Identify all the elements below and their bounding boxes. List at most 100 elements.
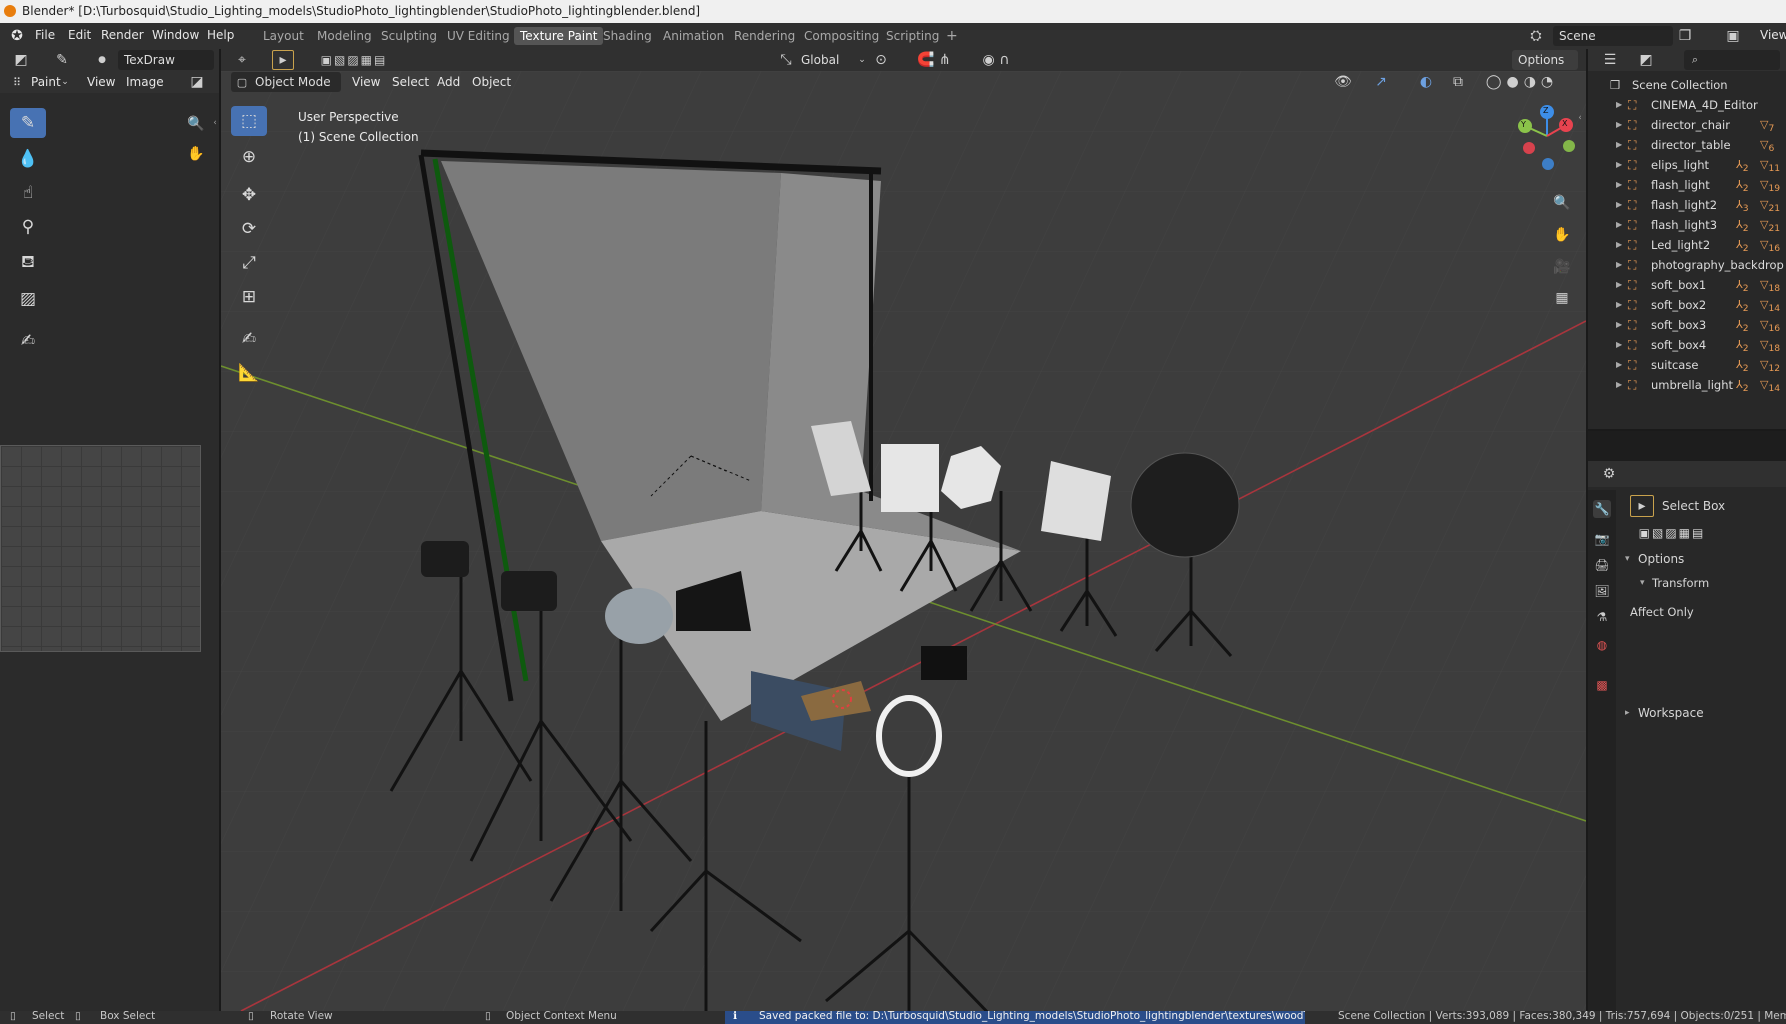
outliner-item[interactable]: ▶ ⛶ umbrella_light ⅄2 ▽14	[1588, 375, 1786, 395]
pivot-point-icon[interactable]: ⊙	[866, 51, 896, 69]
outliner-editor-type-icon[interactable]: ☰	[1598, 51, 1622, 69]
expand-arrow-icon[interactable]: ▶	[1616, 335, 1622, 355]
properties-editor-type-icon[interactable]: ⚙	[1596, 465, 1622, 483]
proportional-edit-icons[interactable]: ◉ ∩	[973, 51, 1019, 69]
gizmo-toggle-icon[interactable]: ↗	[1366, 73, 1396, 91]
zoom-icon[interactable]: 🔍	[186, 114, 206, 134]
camera-view-icon[interactable]: 🎥	[1552, 257, 1572, 277]
add-workspace-button[interactable]: +	[940, 27, 964, 45]
snap-icons[interactable]: 🧲⋔	[901, 51, 971, 69]
outliner-item[interactable]: ▶ ⛶ soft_box2 ⅄2 ▽14	[1588, 295, 1786, 315]
select-mode-icons[interactable]: ▣▧▨▦▤	[1626, 523, 1718, 543]
image-editor-menu-image[interactable]: Image	[126, 75, 164, 89]
select-tool-icon[interactable]: ▸	[272, 50, 294, 70]
outliner-item[interactable]: ▶ ⛶ soft_box3 ⅄2 ▽16	[1588, 315, 1786, 335]
expand-arrow-icon[interactable]: ▶	[1616, 255, 1622, 275]
outliner-item[interactable]: ▶ ⛶ suitcase ⅄2 ▽12	[1588, 355, 1786, 375]
texture-image-canvas[interactable]	[0, 445, 201, 652]
brush-selector[interactable]: TexDraw	[118, 50, 214, 70]
move-tool-icon[interactable]: ✥	[231, 180, 267, 210]
image-editor-menu-view[interactable]: View	[87, 75, 115, 89]
zoom-view-icon[interactable]: 🔍	[1552, 193, 1572, 213]
sidebar-toggle-icon[interactable]: ‹	[1576, 111, 1584, 125]
expand-arrow-icon[interactable]: ▶	[1616, 275, 1622, 295]
expand-arrow-icon[interactable]: ▶	[1616, 295, 1622, 315]
viewport-menu-select[interactable]: Select	[392, 75, 429, 89]
editor-type-icon[interactable]: ⌖	[231, 51, 253, 69]
menu-render[interactable]: Render	[101, 28, 144, 42]
outliner-item[interactable]: ▶ ⛶ Led_light2 ⅄2 ▽16	[1588, 235, 1786, 255]
view-layer-icon[interactable]: ▣	[1722, 27, 1744, 45]
navigation-gizmo[interactable]: Z Y X	[1511, 103, 1581, 173]
outliner-item[interactable]: ▶ ⛶ director_chair ▽7	[1588, 115, 1786, 135]
tab-texture-paint[interactable]: Texture Paint	[514, 27, 604, 45]
tab-sculpting[interactable]: Sculpting	[375, 27, 443, 45]
tab-shading[interactable]: Shading	[597, 27, 658, 45]
pan-view-icon[interactable]: ✋	[1552, 225, 1572, 245]
tab-rendering[interactable]: Rendering	[728, 27, 801, 45]
annotate-tool-icon[interactable]: ✍	[10, 326, 46, 356]
cursor-tool-icon[interactable]: ⊕	[231, 142, 267, 172]
texture-tab-icon[interactable]: ▩	[1593, 676, 1611, 694]
soften-tool-icon[interactable]: 💧	[10, 144, 46, 174]
expand-arrow-icon[interactable]: ▶	[1616, 115, 1622, 135]
outliner-root[interactable]: ❒ Scene Collection	[1588, 75, 1786, 95]
smear-tool-icon[interactable]: ☝	[10, 178, 46, 208]
clone-tool-icon[interactable]: ⚲	[10, 212, 46, 242]
outliner-item[interactable]: ▶ ⛶ CINEMA_4D_Editor	[1588, 95, 1786, 115]
options-dropdown[interactable]: Options	[1512, 50, 1578, 70]
draw-brush-tool[interactable]: ✎	[10, 108, 46, 138]
visibility-icon[interactable]: 👁	[1329, 73, 1357, 91]
scene-icon[interactable]: ⛭	[1525, 27, 1547, 45]
outliner-item[interactable]: ▶ ⛶ photography_backdrop	[1588, 255, 1786, 275]
menu-help[interactable]: Help	[207, 28, 234, 42]
measure-tool-icon[interactable]: 📐	[231, 358, 267, 388]
view-layer-tab-icon[interactable]: 🖼	[1593, 582, 1611, 600]
viewport-menu-object[interactable]: Object	[472, 75, 511, 89]
view-layer-label[interactable]: View	[1760, 28, 1786, 42]
tab-compositing[interactable]: Compositing	[798, 27, 885, 45]
outliner-item[interactable]: ▶ ⛶ elips_light ⅄2 ▽11	[1588, 155, 1786, 175]
viewport-menu-view[interactable]: View	[352, 75, 380, 89]
workspace-panel-header[interactable]: Workspace	[1638, 706, 1704, 720]
3d-viewport[interactable]: User Perspective (1) Scene Collection ⬚ …	[221, 71, 1586, 1011]
expand-arrow-icon[interactable]: ▶	[1616, 235, 1622, 255]
expand-arrow-icon[interactable]: ▶	[1616, 95, 1622, 115]
outliner-item[interactable]: ▶ ⛶ director_table ▽6	[1588, 135, 1786, 155]
tab-modeling[interactable]: Modeling	[311, 27, 378, 45]
mesh-data-icon[interactable]: ▽14	[1760, 375, 1780, 399]
rotate-tool-icon[interactable]: ⟳	[231, 214, 267, 244]
outliner-item[interactable]: ▶ ⛶ soft_box4 ⅄2 ▽18	[1588, 335, 1786, 355]
tool-tab-icon[interactable]: 🔧	[1593, 500, 1611, 518]
expand-arrow-icon[interactable]: ▶	[1616, 375, 1622, 395]
expand-arrow-icon[interactable]: ▶	[1616, 355, 1622, 375]
outliner-item[interactable]: ▶ ⛶ flash_light3 ⅄2 ▽21	[1588, 215, 1786, 235]
tab-uv-editing[interactable]: UV Editing	[441, 27, 516, 45]
select-box-tool[interactable]: ⬚	[231, 106, 267, 136]
display-mode-icon[interactable]: ◩	[1634, 51, 1658, 69]
shading-mode-icons[interactable]: ◯●◑◔	[1477, 73, 1567, 91]
expand-arrow-icon[interactable]: ▶	[1616, 175, 1622, 195]
paint-mode-dropdown[interactable]: Paint	[31, 75, 61, 89]
options-panel-header[interactable]: Options	[1638, 552, 1684, 566]
fill-tool-icon[interactable]: ⛾	[10, 248, 46, 278]
ortho-toggle-icon[interactable]: ▦	[1552, 288, 1572, 308]
tab-animation[interactable]: Animation	[657, 27, 730, 45]
select-mode-icons[interactable]: ▣▧▨▦▤	[311, 51, 397, 69]
image-browse-icon[interactable]: ◪	[184, 73, 210, 91]
pan-hand-icon[interactable]: ✋	[186, 144, 206, 164]
outliner-item[interactable]: ▶ ⛶ flash_light ⅄2 ▽19	[1588, 175, 1786, 195]
blender-menu-icon[interactable]: ✪	[8, 27, 26, 45]
scene-selector[interactable]: Scene	[1553, 26, 1673, 46]
menu-file[interactable]: File	[35, 28, 55, 42]
transform-tool-icon[interactable]: ⊞	[231, 282, 267, 312]
xray-icon[interactable]: ⧉	[1449, 73, 1467, 91]
expand-arrow-icon[interactable]: ▶	[1616, 315, 1622, 335]
new-scene-icon[interactable]: ❐	[1676, 27, 1694, 45]
outliner-item[interactable]: ▶ ⛶ flash_light2 ⅄3 ▽21	[1588, 195, 1786, 215]
expand-arrow-icon[interactable]: ▶	[1616, 195, 1622, 215]
viewport-menu-add[interactable]: Add	[437, 75, 460, 89]
render-tab-icon[interactable]: 📷	[1593, 530, 1611, 548]
area-divider[interactable]	[1588, 429, 1786, 431]
annotate-tool-icon[interactable]: ✍	[231, 324, 267, 354]
